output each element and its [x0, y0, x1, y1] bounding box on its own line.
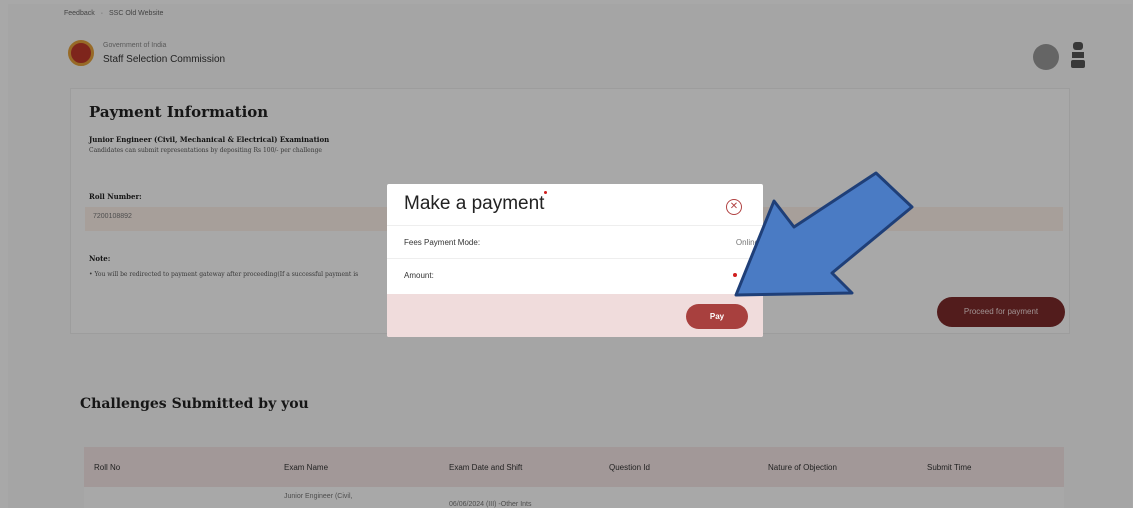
fees-mode-label: Fees Payment Mode:	[404, 238, 481, 247]
red-dot-icon	[544, 191, 547, 194]
modal-footer: Pay	[387, 294, 763, 337]
payment-modal: Make a payment ✕ Fees Payment Mode: Onli…	[387, 184, 763, 337]
amount-label: Amount:	[404, 271, 434, 280]
pointer-arrow-icon	[734, 171, 914, 297]
amount-row: Amount:	[387, 258, 763, 292]
fees-mode-row: Fees Payment Mode: Online	[387, 225, 763, 258]
modal-title: Make a payment	[404, 193, 545, 214]
